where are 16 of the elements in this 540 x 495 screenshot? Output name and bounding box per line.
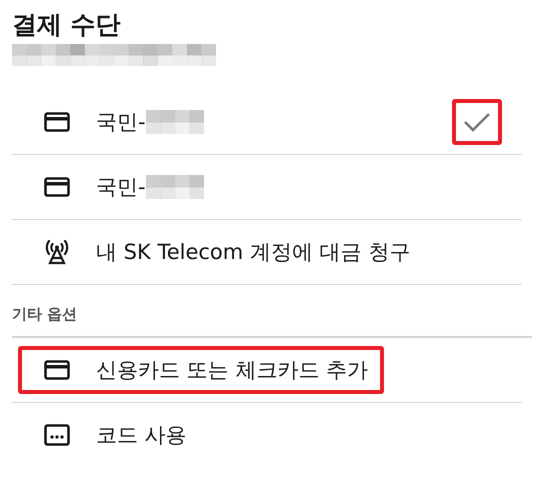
payment-option[interactable]: 신용카드 또는 체크카드 추가 [96,356,368,384]
section-heading: 기타 옵션 [12,305,78,323]
credit-card-icon [44,360,70,380]
dots-box-icon [44,424,70,446]
list-row[interactable]: 내 SK Telecom 계정에 대금 청구 [12,220,522,284]
list-row[interactable]: 코드 사용 [12,403,522,467]
payment-option[interactable]: 국민- [96,173,146,201]
credit-card-icon [44,177,70,197]
page-title: 결제 수단 [12,9,122,41]
antenna-icon [43,238,71,266]
list-row[interactable]: 국민- [12,90,522,154]
payment-option[interactable]: 내 SK Telecom 계정에 대금 청구 [96,238,410,266]
payment-option[interactable]: 코드 사용 [96,421,187,449]
payment-option[interactable]: 국민- [96,108,146,136]
list-row[interactable]: 국민- [12,155,522,219]
credit-card-icon [44,112,70,132]
